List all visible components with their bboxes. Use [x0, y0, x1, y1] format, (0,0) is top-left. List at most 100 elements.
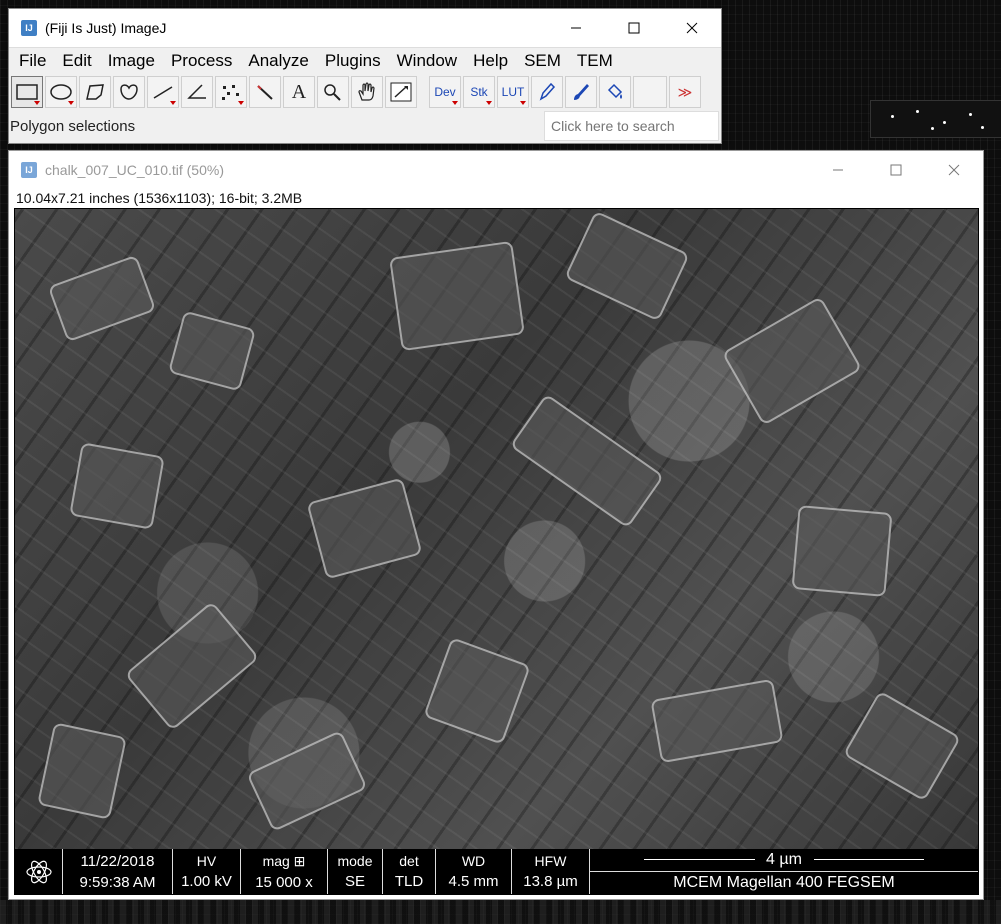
- image-info: 10.04x7.21 inches (1536x1103); 16-bit; 3…: [16, 190, 303, 206]
- minimize-button[interactable]: [547, 9, 605, 47]
- pencil-icon: [539, 82, 556, 101]
- menu-help[interactable]: Help: [465, 48, 516, 74]
- menu-process[interactable]: Process: [163, 48, 240, 74]
- flood-fill-tool[interactable]: [599, 76, 631, 108]
- minimize-button[interactable]: [809, 151, 867, 189]
- mag-label: mag ⊞: [262, 852, 306, 869]
- mode-value: SE: [344, 873, 365, 890]
- hv-cell: HV 1.00 kV: [173, 849, 241, 894]
- menu-plugins[interactable]: Plugins: [317, 48, 389, 74]
- det-value: TLD: [394, 873, 424, 890]
- magnifier-icon: [324, 84, 341, 101]
- menu-bar: File Edit Image Process Analyze Plugins …: [9, 48, 721, 74]
- mag-value: 15 000 x: [255, 873, 313, 891]
- line-tool[interactable]: [147, 76, 179, 108]
- det-label: det: [399, 853, 419, 869]
- oval-tool[interactable]: [45, 76, 77, 108]
- hand-icon: [358, 82, 375, 101]
- color-picker-icon: [390, 82, 412, 102]
- desktop-strip: [0, 900, 1001, 924]
- angle-icon: [187, 84, 206, 99]
- fiji-app-icon: IJ: [21, 20, 37, 36]
- menu-sem[interactable]: SEM: [516, 48, 569, 74]
- maximize-button[interactable]: [867, 151, 925, 189]
- status-row: Polygon selections: [9, 110, 721, 142]
- empty-tool-slot[interactable]: [633, 76, 667, 108]
- atom-icon: [15, 849, 63, 894]
- wd-value: 4.5 mm: [448, 873, 499, 890]
- polygon-icon: [86, 84, 104, 100]
- scale-bar: 4 µm: [644, 851, 924, 869]
- hfw-value: 13.8 µm: [523, 873, 578, 890]
- wand-icon: [257, 85, 273, 100]
- instrument-name: MCEM Magellan 400 FEGSEM: [673, 874, 895, 891]
- menu-window[interactable]: Window: [389, 48, 465, 74]
- magnifier-tool[interactable]: [317, 76, 349, 108]
- menu-tem[interactable]: TEM: [569, 48, 621, 74]
- more-tools-button[interactable]: ≫: [669, 76, 701, 108]
- stk-label: Stk: [470, 85, 488, 99]
- dev-label: Dev: [434, 85, 456, 99]
- status-message: Polygon selections: [10, 117, 136, 135]
- oval-icon: [50, 84, 72, 100]
- sem-micrograph: [15, 209, 978, 849]
- text-icon: A: [291, 80, 307, 103]
- lut-label: LUT: [501, 85, 525, 99]
- mode-label: mode: [337, 853, 373, 869]
- wd-label: WD: [461, 853, 486, 869]
- window-title: (Fiji Is Just) ImageJ: [45, 20, 167, 36]
- date-value: 11/22/2018: [80, 852, 155, 870]
- maximize-button[interactable]: [605, 9, 663, 47]
- double-chevron-icon: ≫: [677, 83, 693, 100]
- imagej-main-window: IJ (Fiji Is Just) ImageJ File Edit Image…: [8, 8, 722, 144]
- text-tool[interactable]: A: [283, 76, 315, 108]
- scale-cell: 4 µm MCEM Magellan 400 FEGSEM: [590, 849, 978, 894]
- menu-file[interactable]: File: [11, 48, 54, 74]
- det-cell: det TLD: [383, 849, 436, 894]
- polygon-tool[interactable]: [79, 76, 111, 108]
- brush-icon: [574, 84, 589, 100]
- rectangle-icon: [16, 84, 38, 100]
- flood-fill-icon: [607, 83, 623, 99]
- toolbar: A Dev Stk LUT ≫: [9, 74, 721, 110]
- freehand-tool[interactable]: [113, 76, 145, 108]
- dev-tool[interactable]: Dev: [429, 76, 461, 108]
- hfw-label: HFW: [534, 853, 567, 869]
- hv-label: HV: [196, 853, 217, 869]
- close-button[interactable]: [925, 151, 983, 189]
- scale-label: 4 µm: [766, 851, 802, 868]
- angle-tool[interactable]: [181, 76, 213, 108]
- mag-cell: mag ⊞ 15 000 x: [241, 849, 328, 894]
- menu-edit[interactable]: Edit: [54, 48, 99, 74]
- menu-analyze[interactable]: Analyze: [240, 48, 316, 74]
- scroll-tool[interactable]: [351, 76, 383, 108]
- wd-cell: WD 4.5 mm: [436, 849, 512, 894]
- hv-value: 1.00 kV: [181, 873, 232, 890]
- multipoint-icon: [222, 85, 239, 100]
- wand-tool[interactable]: [249, 76, 281, 108]
- image-title-bar[interactable]: IJ chalk_007_UC_010.tif (50%): [9, 151, 983, 189]
- rectangle-tool[interactable]: [11, 76, 43, 108]
- datetime-cell: 11/22/2018 9:59:38 AM: [63, 849, 173, 894]
- multipoint-tool[interactable]: [215, 76, 247, 108]
- stk-tool[interactable]: Stk: [463, 76, 495, 108]
- desktop-thumbnail: [870, 100, 1001, 138]
- brush-tool[interactable]: [565, 76, 597, 108]
- close-button[interactable]: [663, 9, 721, 47]
- color-picker-tool[interactable]: [385, 76, 417, 108]
- menu-image[interactable]: Image: [100, 48, 163, 74]
- title-bar[interactable]: IJ (Fiji Is Just) ImageJ: [9, 9, 721, 48]
- mode-cell: mode SE: [328, 849, 383, 894]
- sem-databar: 11/22/2018 9:59:38 AM HV 1.00 kV mag ⊞ 1…: [15, 849, 978, 894]
- search-input[interactable]: [544, 111, 719, 141]
- pencil-tool[interactable]: [531, 76, 563, 108]
- image-window: IJ chalk_007_UC_010.tif (50%) 10.04x7.21…: [8, 150, 984, 900]
- freehand-icon: [120, 84, 138, 100]
- fiji-app-icon: IJ: [21, 162, 37, 178]
- line-icon: [153, 86, 173, 99]
- hfw-cell: HFW 13.8 µm: [512, 849, 590, 894]
- image-window-title: chalk_007_UC_010.tif (50%): [45, 162, 224, 178]
- image-canvas[interactable]: 11/22/2018 9:59:38 AM HV 1.00 kV mag ⊞ 1…: [14, 208, 979, 895]
- time-value: 9:59:38 AM: [79, 873, 156, 891]
- lut-tool[interactable]: LUT: [497, 76, 529, 108]
